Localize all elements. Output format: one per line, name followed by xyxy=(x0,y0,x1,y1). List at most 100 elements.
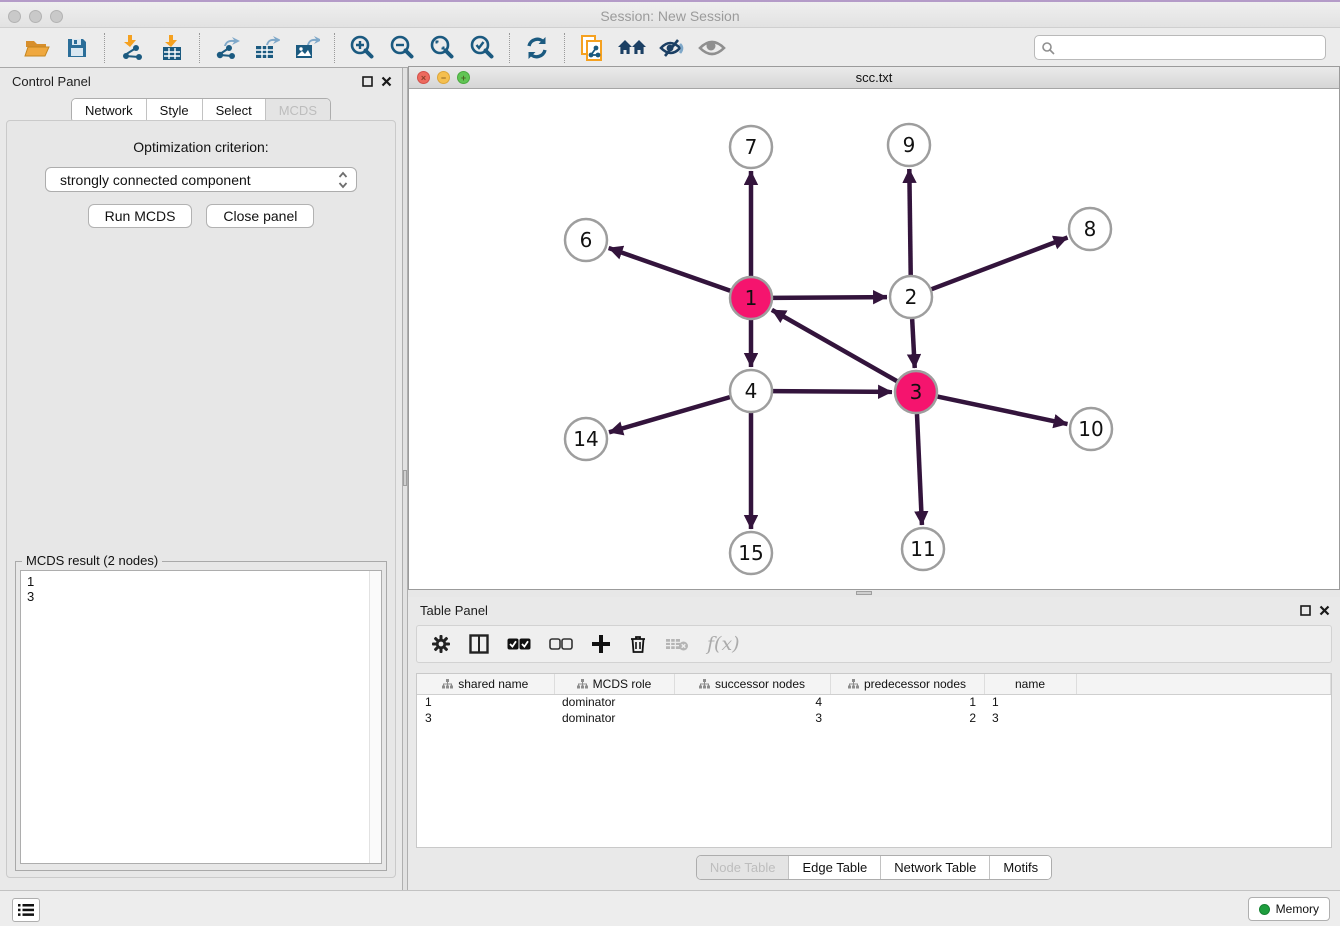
edge-1-6[interactable] xyxy=(609,248,731,291)
tab-network[interactable]: Network xyxy=(72,99,147,122)
open-session-button[interactable] xyxy=(22,33,52,63)
show-column-panel-button[interactable] xyxy=(469,634,489,654)
memory-label: Memory xyxy=(1276,902,1319,916)
search-input[interactable] xyxy=(1059,41,1319,55)
delete-column-icon xyxy=(665,636,689,652)
zoom-fit-icon xyxy=(429,35,455,61)
network-window-titlebar[interactable]: × − + scc.txt xyxy=(409,67,1339,89)
gear-icon xyxy=(431,634,451,654)
node-label-1: 1 xyxy=(745,286,758,310)
edge-1-2[interactable] xyxy=(773,297,887,298)
export-image-icon xyxy=(294,36,320,60)
control-panel: Control Panel NetworkStyleSelectMCDS Opt… xyxy=(0,68,402,890)
zoom-fit-button[interactable] xyxy=(427,33,457,63)
edge-3-1[interactable] xyxy=(772,310,897,381)
table-toolbar: f(x) xyxy=(416,625,1332,663)
tab-node-table[interactable]: Node Table xyxy=(697,856,790,879)
edge-4-14[interactable] xyxy=(609,397,730,432)
export-table-button[interactable] xyxy=(252,33,282,63)
select-all-rows-button[interactable] xyxy=(507,638,531,650)
mcds-result-text[interactable]: 1 3 xyxy=(20,570,382,864)
horizontal-splitter[interactable] xyxy=(408,590,1340,597)
add-row-button[interactable] xyxy=(591,634,611,654)
open-folder-icon xyxy=(24,37,50,59)
function-builder-button: f(x) xyxy=(707,633,740,655)
zoom-in-button[interactable] xyxy=(347,33,377,63)
refresh-icon xyxy=(524,35,550,61)
edge-2-8[interactable] xyxy=(932,238,1068,290)
edge-2-9[interactable] xyxy=(909,169,910,275)
tab-select[interactable]: Select xyxy=(203,99,266,122)
delete-selected-rows-button[interactable] xyxy=(629,634,647,654)
tab-network-table[interactable]: Network Table xyxy=(881,856,990,879)
zoom-out-button[interactable] xyxy=(387,33,417,63)
hide-details-eye-icon xyxy=(658,37,686,59)
tab-mcds[interactable]: MCDS xyxy=(266,99,330,122)
import-table-file-button[interactable] xyxy=(157,33,187,63)
column-header-predecessor-nodes[interactable]: predecessor nodes xyxy=(830,674,984,694)
splitter-grip[interactable] xyxy=(403,470,407,486)
network-canvas[interactable]: 1234678910111415 xyxy=(409,89,1339,589)
edge-3-11[interactable] xyxy=(917,414,922,525)
list-icon xyxy=(18,903,34,917)
result-scrollbar[interactable] xyxy=(369,571,381,863)
node-table[interactable]: shared nameMCDS rolesuccessor nodesprede… xyxy=(416,673,1332,848)
close-panel-icon[interactable] xyxy=(381,76,392,87)
window-title: Session: New Session xyxy=(0,8,1340,24)
node-label-2: 2 xyxy=(905,285,918,309)
table-row[interactable]: 3dominator323 xyxy=(417,710,1331,726)
zoom-selected-button[interactable] xyxy=(467,33,497,63)
float-panel-icon[interactable] xyxy=(362,76,373,87)
application-window: Session: New Session xyxy=(0,0,1340,926)
export-image-button[interactable] xyxy=(292,33,322,63)
mcds-result-title: MCDS result (2 nodes) xyxy=(22,553,162,568)
double-home-icon xyxy=(617,37,647,59)
main-toolbar xyxy=(0,28,1340,68)
export-network-button[interactable] xyxy=(212,33,242,63)
float-panel-icon[interactable] xyxy=(1300,605,1311,616)
memory-button[interactable]: Memory xyxy=(1248,897,1330,921)
tab-motifs[interactable]: Motifs xyxy=(990,856,1051,879)
zoom-selected-icon xyxy=(469,35,495,61)
node-label-7: 7 xyxy=(745,135,758,159)
show-hide-graphics-details-button[interactable] xyxy=(657,33,687,63)
unchecked-boxes-icon xyxy=(549,638,573,650)
splitter-grip[interactable] xyxy=(856,591,872,595)
run-mcds-button[interactable]: Run MCDS xyxy=(88,204,193,228)
clone-network-button[interactable] xyxy=(577,33,607,63)
export-table-icon xyxy=(254,36,280,60)
node-label-15: 15 xyxy=(738,541,763,565)
edge-3-10[interactable] xyxy=(938,397,1068,424)
zoom-out-icon xyxy=(389,35,415,61)
import-network-file-button[interactable] xyxy=(117,33,147,63)
first-neighbors-button[interactable] xyxy=(617,33,647,63)
edge-2-3[interactable] xyxy=(912,319,915,368)
trash-icon xyxy=(629,634,647,654)
task-history-button[interactable] xyxy=(12,898,40,922)
apply-preferred-layout-button[interactable] xyxy=(522,33,552,63)
network-graph[interactable]: 1234678910111415 xyxy=(409,89,1339,589)
column-header-shared-name[interactable]: shared name xyxy=(417,674,554,694)
table-row[interactable]: 1dominator411 xyxy=(417,694,1331,710)
birds-eye-view-button[interactable] xyxy=(697,33,727,63)
checked-boxes-icon xyxy=(507,638,531,650)
column-header-successor-nodes[interactable]: successor nodes xyxy=(674,674,830,694)
table-settings-button[interactable] xyxy=(431,634,451,654)
column-header-name[interactable]: name xyxy=(984,674,1076,694)
optimization-criterion-dropdown[interactable]: strongly connected component xyxy=(45,167,357,192)
deselect-all-rows-button[interactable] xyxy=(549,638,573,650)
tab-edge-table[interactable]: Edge Table xyxy=(789,856,881,879)
delete-column-button xyxy=(665,636,689,652)
column-header-MCDS-role[interactable]: MCDS role xyxy=(554,674,674,694)
tab-style[interactable]: Style xyxy=(147,99,203,122)
node-label-8: 8 xyxy=(1084,217,1097,241)
close-panel-icon[interactable] xyxy=(1319,605,1330,616)
search-field[interactable] xyxy=(1034,35,1326,60)
columns-icon xyxy=(469,634,489,654)
node-label-9: 9 xyxy=(903,133,916,157)
close-panel-button[interactable]: Close panel xyxy=(206,204,314,228)
edge-4-3[interactable] xyxy=(773,391,892,392)
save-session-button[interactable] xyxy=(62,33,92,63)
import-table-icon xyxy=(161,35,183,61)
clone-network-icon xyxy=(580,34,604,62)
